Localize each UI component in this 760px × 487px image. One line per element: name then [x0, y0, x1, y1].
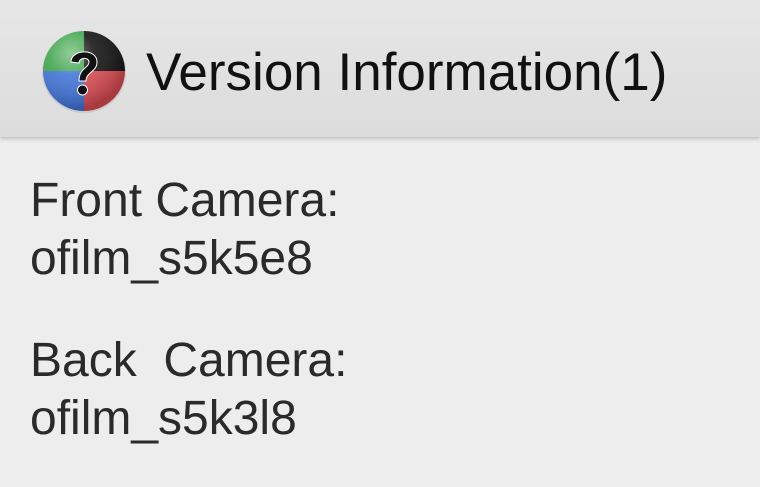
- version-information-screen: Version Information(1) Front Camera: ofi…: [0, 0, 760, 487]
- page-title: Version Information(1): [146, 43, 668, 102]
- back-camera-label: Back Camera:: [30, 334, 348, 387]
- front-camera-info: Front Camera: ofilm_s5k5e8: [30, 172, 730, 288]
- help-question-icon: [40, 29, 128, 113]
- top-toolbar: Version Information(1): [0, 0, 760, 137]
- version-info-content: Front Camera: ofilm_s5k5e8 Back Camera: …: [0, 137, 760, 487]
- back-camera-value: ofilm_s5k3l8: [30, 392, 297, 445]
- front-camera-value: ofilm_s5k5e8: [30, 232, 313, 285]
- back-camera-info: Back Camera: ofilm_s5k3l8: [30, 332, 730, 448]
- front-camera-label: Front Camera:: [30, 174, 340, 227]
